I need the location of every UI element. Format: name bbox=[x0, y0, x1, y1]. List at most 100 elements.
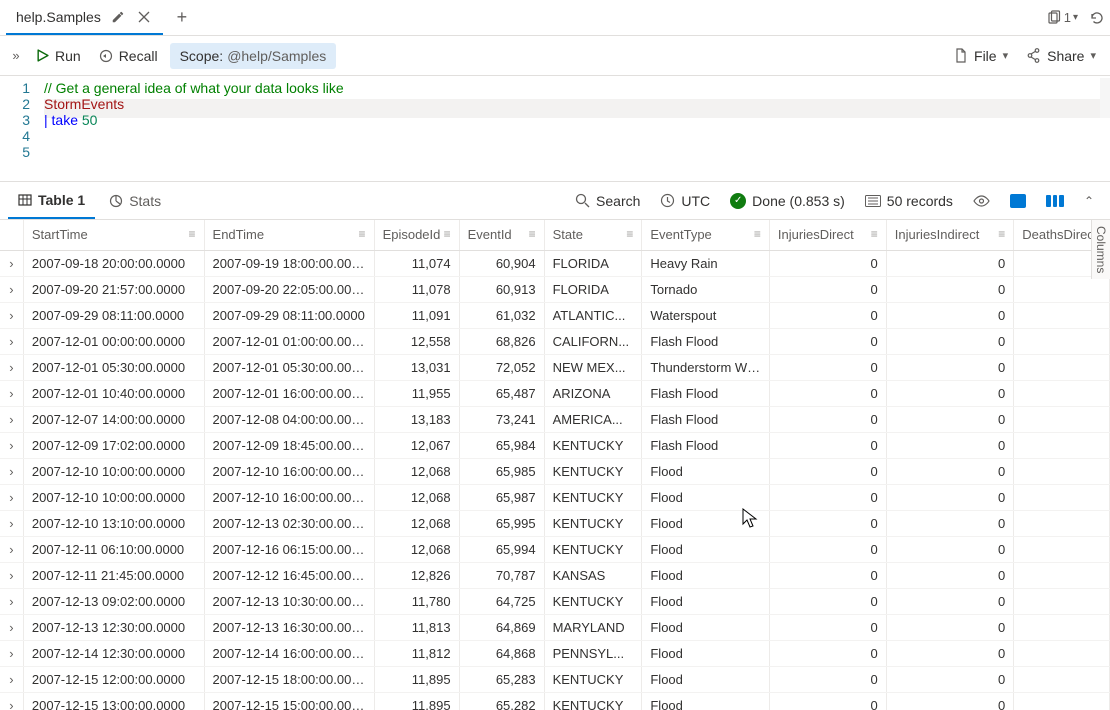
table-row[interactable]: ›2007-12-01 10:40:00.00002007-12-01 16:0… bbox=[0, 380, 1110, 406]
expand-row-icon[interactable]: › bbox=[0, 510, 23, 536]
expand-row-icon[interactable]: › bbox=[0, 302, 23, 328]
cell-endtime: 2007-12-10 16:00:00.0000 bbox=[204, 458, 374, 484]
expand-row-icon[interactable]: › bbox=[0, 458, 23, 484]
file-button[interactable]: File ▾ bbox=[948, 44, 1014, 68]
duplicate-button[interactable]: 1 ▾ bbox=[1046, 10, 1078, 26]
table-row[interactable]: ›2007-09-20 21:57:00.00002007-09-20 22:0… bbox=[0, 276, 1110, 302]
cell-eventtype: Flood bbox=[642, 510, 770, 536]
expand-row-icon[interactable]: › bbox=[0, 328, 23, 354]
cell-deathsdirect bbox=[1014, 692, 1110, 710]
search-button[interactable]: Search bbox=[567, 193, 648, 209]
col-injuriesindirect[interactable]: InjuriesIndirect≡ bbox=[886, 220, 1014, 250]
run-button[interactable]: Run bbox=[30, 44, 87, 68]
recall-button[interactable]: Recall bbox=[93, 44, 164, 68]
expand-row-icon[interactable]: › bbox=[0, 692, 23, 710]
expand-row-icon[interactable]: › bbox=[0, 380, 23, 406]
cell-eventid: 64,869 bbox=[459, 614, 544, 640]
file-icon bbox=[954, 48, 968, 64]
expand-row-icon[interactable]: › bbox=[0, 250, 23, 276]
col-eventtype[interactable]: EventType≡ bbox=[642, 220, 770, 250]
chevrons-icon[interactable]: » bbox=[8, 48, 24, 63]
expand-row-icon[interactable]: › bbox=[0, 432, 23, 458]
col-state[interactable]: State≡ bbox=[544, 220, 642, 250]
results-grid[interactable]: StartTime≡ EndTime≡ EpisodeId≡ EventId≡ … bbox=[0, 220, 1110, 710]
share-button[interactable]: Share ▾ bbox=[1020, 44, 1102, 68]
expand-row-icon[interactable]: › bbox=[0, 614, 23, 640]
expand-row-icon[interactable]: › bbox=[0, 666, 23, 692]
table-row[interactable]: ›2007-12-09 17:02:00.00002007-12-09 18:4… bbox=[0, 432, 1110, 458]
expand-row-icon[interactable]: › bbox=[0, 562, 23, 588]
timezone-button[interactable]: UTC bbox=[652, 193, 718, 209]
cell-episodeid: 11,780 bbox=[374, 588, 459, 614]
share-icon bbox=[1026, 48, 1041, 63]
cell-starttime: 2007-12-07 14:00:00.0000 bbox=[23, 406, 204, 432]
pencil-icon[interactable] bbox=[109, 8, 127, 26]
cell-episodeid: 12,068 bbox=[374, 484, 459, 510]
table-row[interactable]: ›2007-12-13 12:30:00.00002007-12-13 16:3… bbox=[0, 614, 1110, 640]
expand-row-icon[interactable]: › bbox=[0, 276, 23, 302]
cell-deathsdirect bbox=[1014, 380, 1110, 406]
recall-icon bbox=[99, 49, 113, 63]
table-row[interactable]: ›2007-12-07 14:00:00.00002007-12-08 04:0… bbox=[0, 406, 1110, 432]
cell-episodeid: 12,068 bbox=[374, 510, 459, 536]
color-button[interactable] bbox=[1002, 194, 1034, 208]
cell-injuriesdirect: 0 bbox=[769, 328, 886, 354]
col-eventid[interactable]: EventId≡ bbox=[459, 220, 544, 250]
close-icon[interactable] bbox=[135, 8, 153, 26]
col-episodeid[interactable]: EpisodeId≡ bbox=[374, 220, 459, 250]
cell-deathsdirect bbox=[1014, 432, 1110, 458]
table-row[interactable]: ›2007-12-01 05:30:00.00002007-12-01 05:3… bbox=[0, 354, 1110, 380]
table-row[interactable]: ›2007-09-18 20:00:00.00002007-09-19 18:0… bbox=[0, 250, 1110, 276]
col-endtime[interactable]: EndTime≡ bbox=[204, 220, 374, 250]
cell-injuriesindirect: 0 bbox=[886, 354, 1014, 380]
table-row[interactable]: ›2007-12-13 09:02:00.00002007-12-13 10:3… bbox=[0, 588, 1110, 614]
cell-eventid: 68,826 bbox=[459, 328, 544, 354]
table-row[interactable]: ›2007-12-01 00:00:00.00002007-12-01 01:0… bbox=[0, 328, 1110, 354]
col-injuriesdirect[interactable]: InjuriesDirect≡ bbox=[769, 220, 886, 250]
columns-button[interactable] bbox=[1038, 195, 1072, 207]
cell-eventtype: Flood bbox=[642, 484, 770, 510]
tab-table[interactable]: Table 1 bbox=[8, 182, 95, 219]
minimap[interactable] bbox=[1100, 78, 1110, 118]
table-row[interactable]: ›2007-12-10 13:10:00.00002007-12-13 02:3… bbox=[0, 510, 1110, 536]
code-editor[interactable]: 1// Get a general idea of what your data… bbox=[0, 76, 1110, 182]
table-row[interactable]: ›2007-12-11 06:10:00.00002007-12-16 06:1… bbox=[0, 536, 1110, 562]
cell-state: CALIFORN... bbox=[544, 328, 642, 354]
tab-stats[interactable]: Stats bbox=[99, 182, 171, 219]
cell-episodeid: 11,813 bbox=[374, 614, 459, 640]
cell-episodeid: 11,074 bbox=[374, 250, 459, 276]
expand-row-icon[interactable]: › bbox=[0, 536, 23, 562]
code-keyword: take bbox=[52, 112, 78, 128]
table-row[interactable]: ›2007-12-10 10:00:00.00002007-12-10 16:0… bbox=[0, 458, 1110, 484]
cell-deathsdirect bbox=[1014, 458, 1110, 484]
cell-starttime: 2007-12-11 06:10:00.0000 bbox=[23, 536, 204, 562]
expand-row-icon[interactable]: › bbox=[0, 406, 23, 432]
cell-injuriesindirect: 0 bbox=[886, 276, 1014, 302]
cell-deathsdirect bbox=[1014, 484, 1110, 510]
col-starttime[interactable]: StartTime≡ bbox=[23, 220, 204, 250]
expand-row-icon[interactable]: › bbox=[0, 588, 23, 614]
cell-injuriesdirect: 0 bbox=[769, 276, 886, 302]
cell-starttime: 2007-12-01 05:30:00.0000 bbox=[23, 354, 204, 380]
cell-state: KENTUCKY bbox=[544, 484, 642, 510]
cell-eventid: 64,868 bbox=[459, 640, 544, 666]
cell-episodeid: 11,955 bbox=[374, 380, 459, 406]
cell-episodeid: 11,812 bbox=[374, 640, 459, 666]
expand-row-icon[interactable]: › bbox=[0, 484, 23, 510]
table-row[interactable]: ›2007-12-10 10:00:00.00002007-12-10 16:0… bbox=[0, 484, 1110, 510]
expand-row-icon[interactable]: › bbox=[0, 640, 23, 666]
add-tab-button[interactable]: + bbox=[173, 9, 191, 27]
table-row[interactable]: ›2007-12-11 21:45:00.00002007-12-12 16:4… bbox=[0, 562, 1110, 588]
table-row[interactable]: ›2007-12-15 13:00:00.00002007-12-15 15:0… bbox=[0, 692, 1110, 710]
expand-row-icon[interactable]: › bbox=[0, 354, 23, 380]
eye-button[interactable] bbox=[965, 195, 998, 207]
table-row[interactable]: ›2007-12-15 12:00:00.00002007-12-15 18:0… bbox=[0, 666, 1110, 692]
scope-pill[interactable]: Scope: @help/Samples bbox=[170, 43, 337, 69]
table-row[interactable]: ›2007-09-29 08:11:00.00002007-09-29 08:1… bbox=[0, 302, 1110, 328]
undo-icon[interactable] bbox=[1088, 10, 1104, 26]
tab-help-samples[interactable]: help.Samples bbox=[6, 0, 163, 35]
table-row[interactable]: ›2007-12-14 12:30:00.00002007-12-14 16:0… bbox=[0, 640, 1110, 666]
expand-button[interactable]: ⌃ bbox=[1076, 194, 1102, 208]
cell-starttime: 2007-12-13 12:30:00.0000 bbox=[23, 614, 204, 640]
columns-sidebar[interactable]: Columns bbox=[1091, 220, 1110, 279]
